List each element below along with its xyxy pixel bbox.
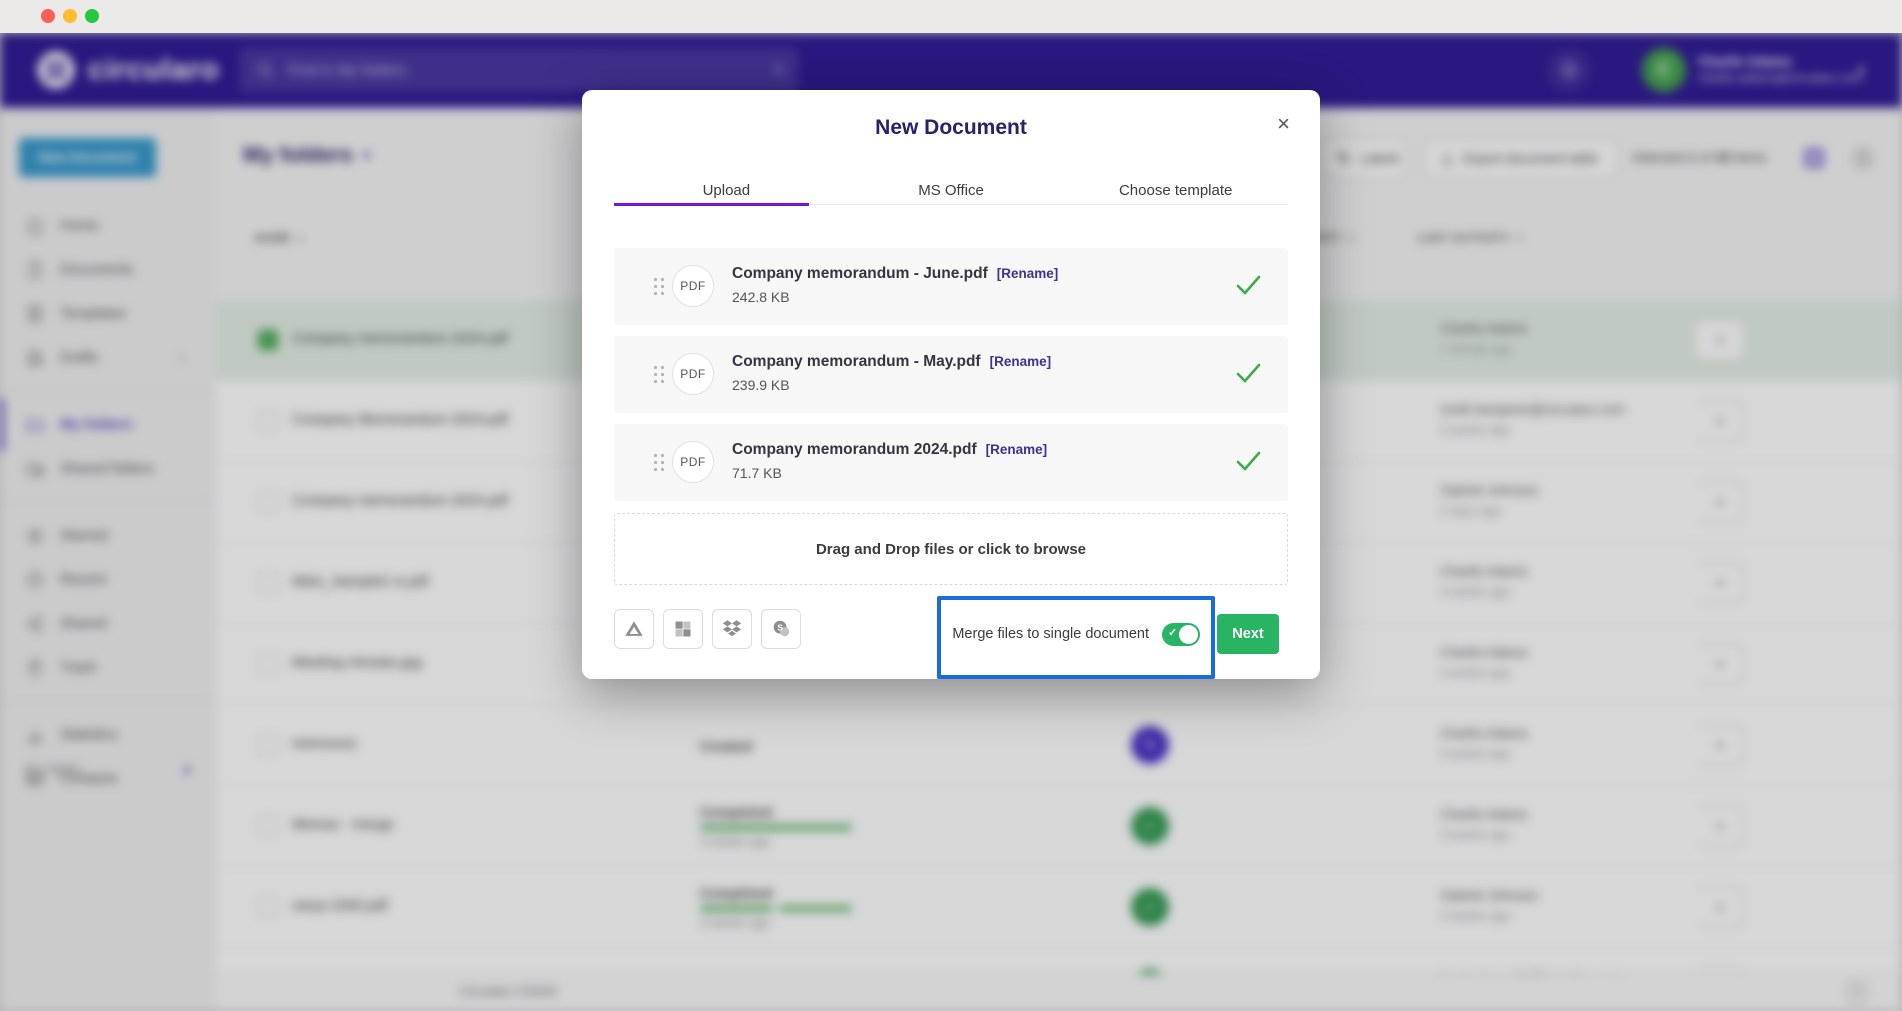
- pdf-file-icon: PDF: [672, 353, 714, 395]
- cloud-provider-buttons: S: [614, 609, 801, 649]
- microsoft-onedrive-button[interactable]: [663, 609, 703, 649]
- new-document-modal: New Document × UploadMS OfficeChoose tem…: [582, 90, 1320, 679]
- title-bar: [0, 0, 1902, 33]
- svg-text:S: S: [777, 623, 783, 632]
- drag-handle-icon[interactable]: [652, 276, 665, 297]
- next-button[interactable]: Next: [1217, 614, 1279, 654]
- upload-file-name: Company memorandum - June.pdf[Rename]: [732, 265, 1058, 283]
- window-zoom-button[interactable]: [85, 9, 99, 23]
- upload-success-check-icon: [1235, 362, 1262, 384]
- close-icon[interactable]: ×: [1271, 110, 1296, 138]
- upload-file-list: PDF Company memorandum - June.pdf[Rename]…: [614, 248, 1288, 512]
- pdf-file-icon: PDF: [672, 265, 714, 307]
- upload-file-row[interactable]: PDF Company memorandum - June.pdf[Rename]…: [614, 248, 1288, 325]
- tab-choose-template[interactable]: Choose template: [1063, 170, 1288, 204]
- tab-ms-office[interactable]: MS Office: [839, 170, 1064, 204]
- rename-link[interactable]: [Rename]: [997, 266, 1059, 281]
- toggle-knob: [1179, 625, 1198, 644]
- sharepoint-icon: S: [770, 618, 792, 640]
- upload-file-name: Company memorandum - May.pdf[Rename]: [732, 353, 1051, 371]
- drag-handle-icon[interactable]: [652, 452, 665, 473]
- rename-link[interactable]: [Rename]: [990, 354, 1052, 369]
- screen: circularo Find in My folders ▾ C Charlie…: [0, 0, 1902, 1011]
- dropbox-icon: [721, 618, 743, 640]
- upload-file-row[interactable]: PDF Company memorandum 2024.pdf[Rename] 71…: [614, 424, 1288, 501]
- sharepoint-button[interactable]: S: [761, 609, 801, 649]
- upload-success-check-icon: [1235, 274, 1262, 296]
- drag-handle-icon[interactable]: [652, 364, 665, 385]
- merge-toggle-label: Merge files to single document: [952, 626, 1149, 642]
- dropbox-button[interactable]: [712, 609, 752, 649]
- microsoft-onedrive-icon: [673, 619, 693, 639]
- tab-upload[interactable]: Upload: [614, 170, 839, 204]
- window-minimize-button[interactable]: [63, 9, 77, 23]
- upload-file-name: Company memorandum 2024.pdf[Rename]: [732, 441, 1047, 459]
- modal-title: New Document: [582, 116, 1320, 140]
- merge-toggle[interactable]: ✓: [1162, 623, 1200, 646]
- upload-success-check-icon: [1235, 450, 1262, 472]
- rename-link[interactable]: [Rename]: [986, 442, 1048, 457]
- dropzone[interactable]: Drag and Drop files or click to browse: [614, 513, 1288, 585]
- merge-option: Merge files to single document ✓: [952, 614, 1200, 654]
- upload-file-size: 71.7 KB: [732, 465, 782, 481]
- upload-file-size: 242.8 KB: [732, 289, 790, 305]
- upload-file-size: 239.9 KB: [732, 377, 790, 393]
- google-drive-icon: [623, 618, 645, 640]
- window-close-button[interactable]: [41, 9, 55, 23]
- pdf-file-icon: PDF: [672, 441, 714, 483]
- modal-tabs: UploadMS OfficeChoose template: [614, 170, 1288, 205]
- toggle-check-icon: ✓: [1168, 626, 1177, 639]
- google-drive-button[interactable]: [614, 609, 654, 649]
- upload-file-row[interactable]: PDF Company memorandum - May.pdf[Rename] 2…: [614, 336, 1288, 413]
